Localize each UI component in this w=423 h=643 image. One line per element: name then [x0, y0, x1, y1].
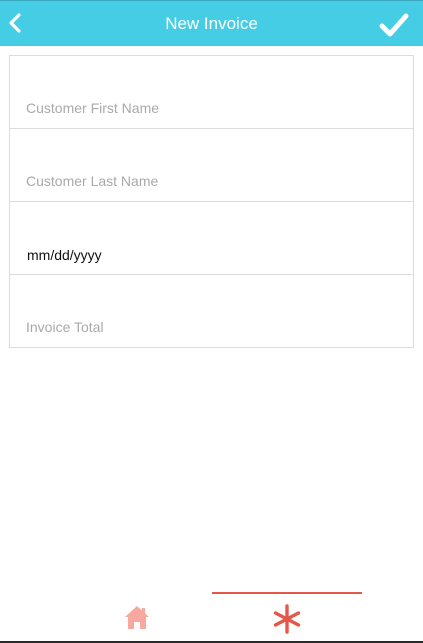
home-icon [125, 606, 149, 629]
first-name-input[interactable] [26, 96, 401, 120]
first-name-field [10, 56, 413, 129]
checkmark-icon [379, 13, 409, 37]
tab-new-invoice[interactable] [212, 592, 362, 641]
last-name-field [10, 129, 413, 202]
app: New Invoice mm/dd/yyyy [0, 0, 423, 643]
save-button[interactable] [379, 11, 409, 39]
invoice-total-input[interactable] [26, 315, 401, 339]
page-title: New Invoice [165, 14, 258, 33]
last-name-input[interactable] [26, 169, 401, 193]
active-tab-indicator [212, 592, 362, 594]
tab-home[interactable] [62, 592, 212, 641]
app-header: New Invoice [0, 0, 423, 46]
date-input[interactable]: mm/dd/yyyy [27, 247, 102, 263]
invoice-form: mm/dd/yyyy [9, 55, 414, 348]
date-field[interactable]: mm/dd/yyyy [10, 202, 413, 275]
tab-bar [0, 592, 423, 643]
invoice-total-field [10, 275, 413, 347]
asterisk-icon [273, 604, 301, 634]
